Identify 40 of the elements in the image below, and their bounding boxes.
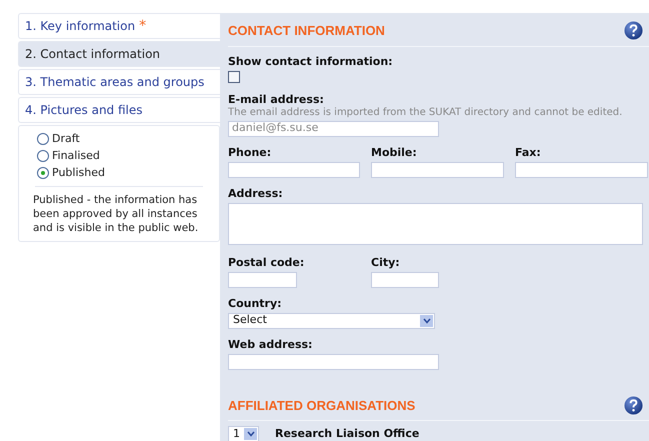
input-field[interactable] bbox=[228, 354, 439, 370]
required-mark: * bbox=[139, 16, 146, 36]
dropdown-icon bbox=[244, 428, 257, 440]
dropdown-icon bbox=[420, 314, 433, 326]
step-tab[interactable]: 4. Pictures and files bbox=[18, 97, 220, 123]
field-label: Country: bbox=[228, 296, 283, 310]
address-field[interactable] bbox=[228, 202, 643, 244]
section-title: CONTACT INFORMATION bbox=[228, 22, 385, 40]
input-field[interactable] bbox=[371, 162, 504, 178]
field-label: E-mail address: bbox=[228, 92, 325, 106]
organisation-name: Research Liaison Office bbox=[275, 426, 420, 441]
field-label: Web address: bbox=[228, 338, 314, 350]
input-field[interactable] bbox=[371, 272, 439, 288]
field-hint: The email address is imported from the SUKAT directory and cannot be edited. bbox=[228, 106, 624, 118]
checkbox[interactable] bbox=[228, 70, 240, 82]
step-tab[interactable]: 3. Thematic areas and groups bbox=[18, 69, 220, 95]
radio-button[interactable] bbox=[37, 167, 49, 179]
order-select[interactable]: 1 bbox=[228, 426, 259, 441]
field-label: City: bbox=[371, 256, 401, 268]
section-title: AFFILIATED ORGANISATIONS bbox=[228, 396, 416, 414]
country-select[interactable]: Select bbox=[228, 312, 435, 328]
help-icon[interactable] bbox=[624, 396, 643, 415]
radio-label: Published bbox=[52, 166, 105, 180]
field-label: Address: bbox=[228, 186, 284, 200]
help-icon[interactable] bbox=[624, 21, 643, 40]
input-field[interactable] bbox=[515, 162, 648, 178]
field-label: Mobile: bbox=[371, 146, 418, 158]
field-label: Fax: bbox=[515, 146, 542, 158]
input-field[interactable] bbox=[228, 272, 297, 288]
field-label: Phone: bbox=[228, 146, 272, 158]
radio-label: Finalised bbox=[52, 149, 100, 163]
field-label: Postal code: bbox=[228, 256, 306, 268]
radio-button[interactable] bbox=[37, 150, 49, 162]
input-field[interactable] bbox=[228, 162, 360, 178]
radio-label: Draft bbox=[52, 132, 80, 146]
radio-button[interactable] bbox=[37, 133, 49, 145]
status-description: Published - the information has been approved by all instances and is visible in the public web. bbox=[33, 193, 200, 235]
field-label: Show contact information: bbox=[228, 54, 394, 68]
step-tab[interactable]: 1. Key information * bbox=[18, 13, 220, 39]
step-tab[interactable]: 2. Contact information bbox=[18, 41, 220, 67]
